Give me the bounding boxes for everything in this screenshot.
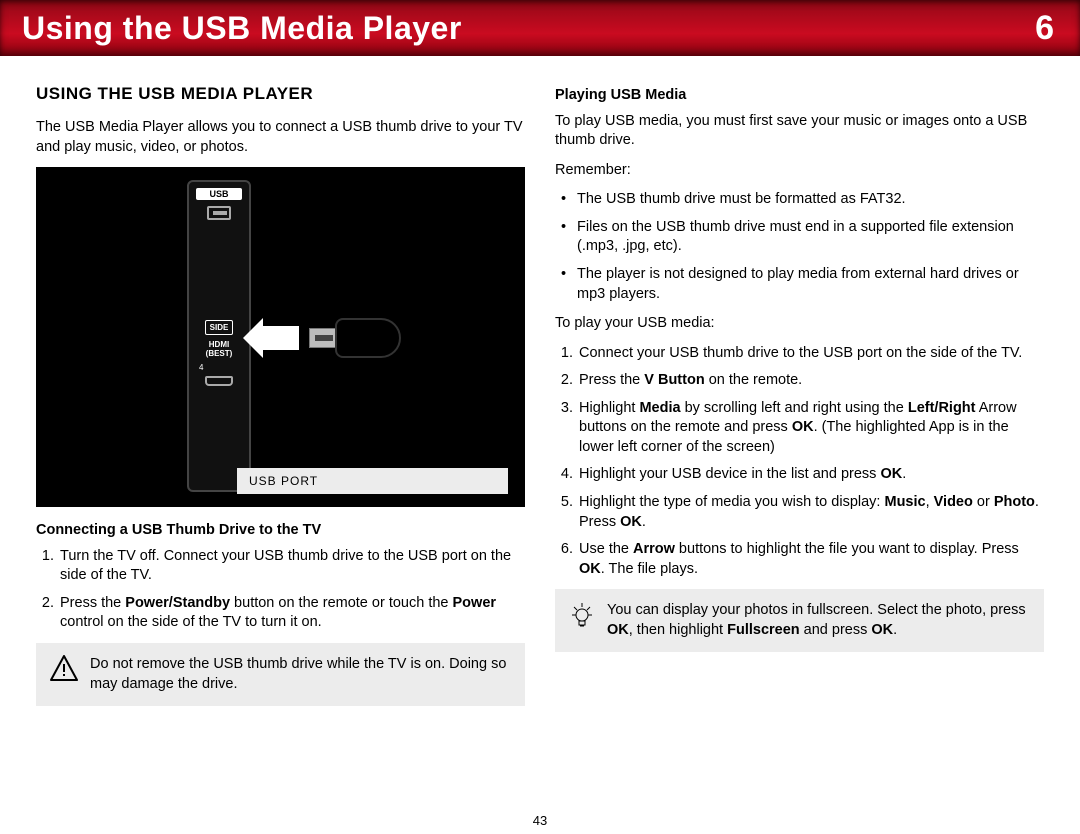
bold-text: Left/Right bbox=[908, 400, 976, 416]
usb-port-icon bbox=[207, 206, 231, 220]
bold-text: OK bbox=[620, 514, 642, 530]
to-play-label: To play your USB media: bbox=[555, 314, 1044, 334]
left-column: USING THE USB MEDIA PLAYER The USB Media… bbox=[36, 84, 525, 706]
section-title: USING THE USB MEDIA PLAYER bbox=[36, 84, 525, 104]
bold-text: Fullscreen bbox=[727, 622, 800, 638]
hdmi-best-text: (BEST) bbox=[206, 349, 233, 358]
text: button on the remote or touch the bbox=[230, 595, 452, 611]
warning-text: Do not remove the USB thumb drive while … bbox=[90, 655, 511, 694]
play-step-1: Connect your USB thumb drive to the USB … bbox=[577, 344, 1044, 364]
side-label: SIDE bbox=[205, 320, 233, 335]
usb-port-figure: USB SIDE HDMI (BEST) 4 USB PORT bbox=[36, 167, 525, 507]
port-number: 4 bbox=[189, 363, 249, 372]
usb-thumb-drive-icon bbox=[309, 318, 401, 358]
bold-text: V Button bbox=[644, 372, 704, 388]
play-step-2: Press the V Button on the remote. bbox=[577, 371, 1044, 391]
bold-text: OK bbox=[607, 622, 629, 638]
text: . bbox=[902, 466, 906, 482]
hdmi-port-icon bbox=[205, 376, 233, 386]
bold-text: Video bbox=[934, 494, 973, 510]
text: Use the bbox=[579, 541, 633, 557]
usb-body bbox=[335, 318, 401, 358]
bold-text: Arrow bbox=[633, 541, 675, 557]
play-step-4: Highlight your USB device in the list an… bbox=[577, 465, 1044, 485]
bold-text: Photo bbox=[994, 494, 1035, 510]
bold-text: Power/Standby bbox=[125, 595, 230, 611]
intro-paragraph: The USB Media Player allows you to conne… bbox=[36, 118, 525, 157]
page-number: 43 bbox=[0, 813, 1080, 828]
chapter-title: Using the USB Media Player bbox=[22, 10, 462, 47]
text: Press the bbox=[579, 372, 644, 388]
text: . bbox=[893, 622, 897, 638]
remember-list: The USB thumb drive must be formatted as… bbox=[555, 190, 1044, 304]
hdmi-text: HDMI bbox=[209, 340, 229, 349]
right-column: Playing USB Media To play USB media, you… bbox=[555, 84, 1044, 706]
play-step-3: Highlight Media by scrolling left and ri… bbox=[577, 399, 1044, 458]
text: and press bbox=[800, 622, 872, 638]
warning-callout: Do not remove the USB thumb drive while … bbox=[36, 643, 525, 706]
play-step-5: Highlight the type of media you wish to … bbox=[577, 493, 1044, 532]
page-content: USING THE USB MEDIA PLAYER The USB Media… bbox=[0, 56, 1080, 716]
bold-text: OK bbox=[871, 622, 893, 638]
text: . bbox=[642, 514, 646, 530]
text: You can display your photos in fullscree… bbox=[607, 602, 1026, 618]
text: , then highlight bbox=[629, 622, 727, 638]
text: buttons to highlight the file you want t… bbox=[675, 541, 1019, 557]
text: control on the side of the TV to turn it… bbox=[60, 614, 322, 630]
chapter-header: Using the USB Media Player 6 bbox=[0, 0, 1080, 56]
bold-text: Media bbox=[639, 400, 680, 416]
text: Highlight bbox=[579, 400, 639, 416]
play-steps-list: Connect your USB thumb drive to the USB … bbox=[555, 344, 1044, 580]
remember-item-3: The player is not designed to play media… bbox=[577, 265, 1044, 304]
remember-item-1: The USB thumb drive must be formatted as… bbox=[577, 190, 1044, 210]
connect-step-1: Turn the TV off. Connect your USB thumb … bbox=[58, 547, 525, 586]
play-step-6: Use the Arrow buttons to highlight the f… bbox=[577, 540, 1044, 579]
playing-heading: Playing USB Media bbox=[555, 86, 1044, 106]
chapter-number: 6 bbox=[1035, 9, 1054, 48]
tip-text: You can display your photos in fullscree… bbox=[607, 601, 1030, 640]
text: Highlight your USB device in the list an… bbox=[579, 466, 880, 482]
arrow-icon bbox=[259, 326, 299, 350]
text: . The file plays. bbox=[601, 561, 698, 577]
text: Press the bbox=[60, 595, 125, 611]
bold-text: OK bbox=[880, 466, 902, 482]
connecting-heading: Connecting a USB Thumb Drive to the TV bbox=[36, 521, 525, 541]
tip-callout: You can display your photos in fullscree… bbox=[555, 589, 1044, 652]
text: , bbox=[926, 494, 934, 510]
bold-text: OK bbox=[792, 419, 814, 435]
bold-text: OK bbox=[579, 561, 601, 577]
hdmi-label: HDMI (BEST) bbox=[189, 341, 249, 359]
text: on the remote. bbox=[705, 372, 803, 388]
usb-label: USB bbox=[196, 188, 242, 200]
connect-steps-list: Turn the TV off. Connect your USB thumb … bbox=[36, 547, 525, 633]
text: or bbox=[973, 494, 994, 510]
warning-icon bbox=[50, 655, 78, 681]
text: by scrolling left and right using the bbox=[681, 400, 908, 416]
bold-text: Power bbox=[453, 595, 497, 611]
remember-item-2: Files on the USB thumb drive must end in… bbox=[577, 218, 1044, 257]
remember-label: Remember: bbox=[555, 161, 1044, 181]
figure-caption: USB PORT bbox=[237, 468, 508, 494]
playing-intro: To play USB media, you must first save y… bbox=[555, 112, 1044, 151]
tv-side-panel: USB SIDE HDMI (BEST) 4 bbox=[187, 180, 251, 492]
bold-text: Music bbox=[884, 494, 925, 510]
text: Highlight the type of media you wish to … bbox=[579, 494, 884, 510]
connect-step-2: Press the Power/Standby button on the re… bbox=[58, 594, 525, 633]
lightbulb-icon bbox=[569, 601, 595, 633]
